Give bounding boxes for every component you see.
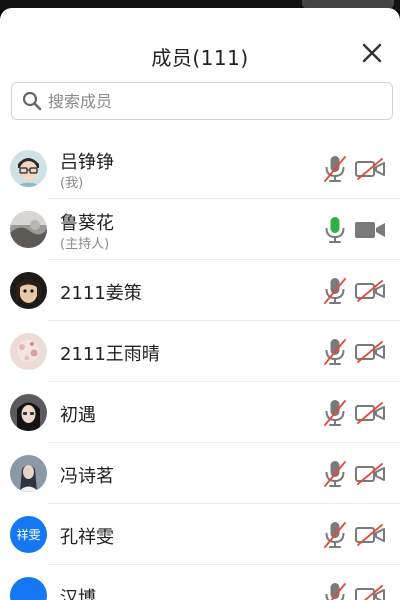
camera-off-icon[interactable] <box>354 280 386 302</box>
member-name: 鲁葵花 <box>60 213 114 234</box>
microphone-muted-icon[interactable] <box>322 154 348 184</box>
member-avatar[interactable] <box>10 455 47 492</box>
member-avatar[interactable] <box>10 211 47 248</box>
status-bar-notch <box>302 0 394 8</box>
microphone-icon[interactable] <box>322 215 348 245</box>
search-icon <box>22 91 42 111</box>
member-row[interactable]: 祥雯 孔祥雯 <box>0 504 400 565</box>
microphone-muted-icon[interactable] <box>322 337 348 367</box>
member-row[interactable]: 鲁葵花 (主持人) <box>0 199 400 260</box>
member-avatar[interactable] <box>10 394 47 431</box>
sheet-header: 成员(111) <box>0 8 400 88</box>
member-row[interactable]: 初遇 <box>0 382 400 443</box>
close-icon <box>362 43 382 63</box>
camera-off-icon[interactable] <box>354 402 386 424</box>
member-row[interactable]: 汉博 <box>0 565 400 600</box>
microphone-muted-icon[interactable] <box>322 276 348 306</box>
member-name: 2111姜策 <box>60 283 142 304</box>
member-name: 冯诗茗 <box>60 466 114 487</box>
member-row[interactable]: 冯诗茗 <box>0 443 400 504</box>
member-role: (我) <box>60 176 84 191</box>
member-row[interactable]: 2111姜策 <box>0 260 400 321</box>
camera-off-icon[interactable] <box>354 524 386 546</box>
search-field[interactable] <box>11 82 393 120</box>
member-name: 孔祥雯 <box>60 527 114 548</box>
camera-off-icon[interactable] <box>354 585 386 600</box>
member-name: 初遇 <box>60 405 96 426</box>
member-name: 汉博 <box>60 588 96 600</box>
avatar-initials: 祥雯 <box>16 528 41 542</box>
member-role: (主持人) <box>60 237 110 252</box>
camera-off-icon[interactable] <box>354 158 386 180</box>
camera-off-icon[interactable] <box>354 463 386 485</box>
camera-icon[interactable] <box>354 219 386 241</box>
microphone-muted-icon[interactable] <box>322 459 348 489</box>
member-name: 吕铮铮 <box>60 152 114 173</box>
member-avatar[interactable] <box>10 577 47 600</box>
member-row[interactable]: 2111王雨晴 <box>0 321 400 382</box>
microphone-muted-icon[interactable] <box>322 520 348 550</box>
microphone-muted-icon[interactable] <box>322 581 348 600</box>
close-button[interactable] <box>354 38 390 68</box>
page-title: 成员(111) <box>151 46 249 70</box>
camera-off-icon[interactable] <box>354 341 386 363</box>
member-avatar[interactable] <box>10 333 47 370</box>
member-avatar[interactable] <box>10 272 47 309</box>
member-list: 吕铮铮 (我) 鲁葵花 (主持人) 2111姜策 2111王雨晴 初遇 冯诗茗 … <box>0 138 400 600</box>
member-avatar[interactable] <box>10 150 47 187</box>
member-avatar[interactable]: 祥雯 <box>10 516 47 553</box>
member-row[interactable]: 吕铮铮 (我) <box>0 138 400 199</box>
microphone-muted-icon[interactable] <box>322 398 348 428</box>
members-sheet: 成员(111) 吕铮铮 (我) 鲁葵花 (主持人) 2111姜策 <box>0 8 400 600</box>
search-input[interactable] <box>48 91 368 111</box>
member-name: 2111王雨晴 <box>60 344 160 365</box>
